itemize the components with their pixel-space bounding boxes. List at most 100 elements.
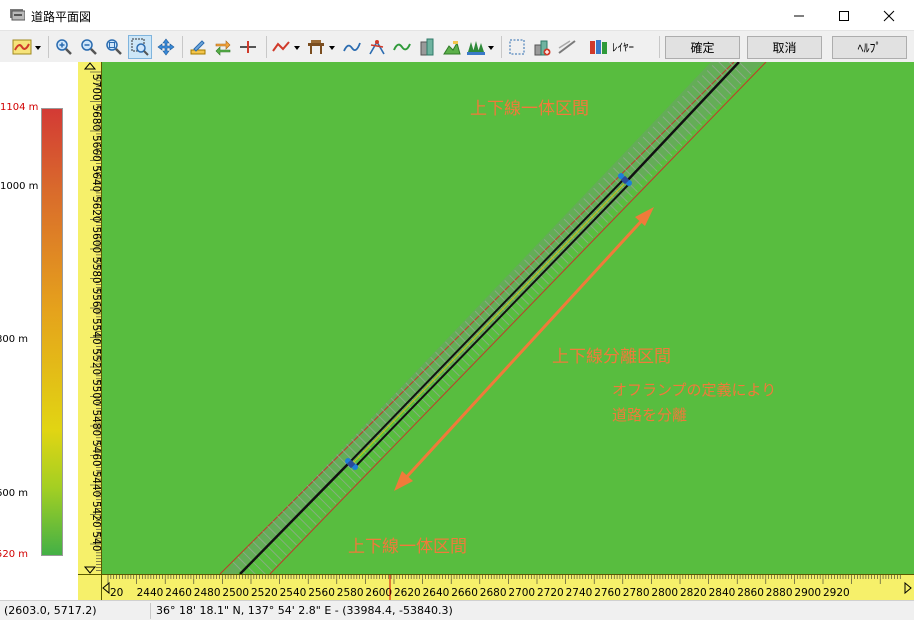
app-icon: [10, 9, 25, 21]
alignment-button[interactable]: [341, 35, 363, 59]
trees-dropdown-button[interactable]: [466, 35, 496, 59]
route-dropdown-button[interactable]: [10, 35, 44, 59]
horizontal-ruler-label: 2580: [337, 587, 364, 599]
building-button[interactable]: [416, 35, 438, 59]
elevation-label-max: 1104 m: [0, 102, 39, 113]
horizontal-ruler-label: 2440: [137, 587, 164, 599]
vertical-ruler-label: 5500: [90, 379, 102, 406]
horizontal-ruler-label: 2640: [423, 587, 450, 599]
horizontal-ruler-label: 2820: [680, 587, 707, 599]
horizontal-ruler-label: 2760: [594, 587, 621, 599]
elevation-scale: 1104 m 1000 m 800 m 600 m 520 m: [0, 62, 78, 602]
label-note-line1: オフランプの定義により: [612, 381, 777, 399]
minimize-icon: [794, 15, 804, 16]
status-local-coords: (2603.0, 5717.2): [4, 604, 97, 617]
select-rect-icon: [509, 39, 525, 55]
vertical-ruler-label: 5620: [90, 196, 102, 223]
ruler-scroll-left-icon[interactable]: [102, 581, 110, 595]
horizontal-ruler-label: 2680: [480, 587, 507, 599]
horizontal-ruler-label: 2700: [508, 587, 535, 599]
layer-button[interactable]: ﾚｲﾔｰ: [589, 35, 657, 59]
horizontal-ruler-label: 2480: [194, 587, 221, 599]
pan-icon: [157, 38, 175, 56]
minimize-button[interactable]: [776, 0, 822, 31]
maximize-icon: [839, 10, 849, 21]
road-plan-map[interactable]: 上下線一体区間 上下線分離区間 オフランプの定義により 道路を分離 上下線一体区…: [102, 62, 914, 574]
curve-icon: [393, 43, 411, 51]
horizontal-ruler-label: 2460: [165, 587, 192, 599]
label-separated-section: 上下線分離区間: [552, 347, 671, 367]
layer-button-label: ﾚｲﾔｰ: [612, 41, 634, 54]
status-bar: (2603.0, 5717.2) 36° 18' 18.1" N, 137° 5…: [0, 600, 914, 620]
vertical-ruler-label: 5420: [90, 501, 102, 528]
ruler-scroll-up-icon[interactable]: [83, 62, 97, 70]
structure-icon: [308, 40, 335, 54]
vertical-ruler-label: 5560: [90, 288, 102, 315]
horizontal-ruler-label: 2740: [566, 587, 593, 599]
horizontal-ruler[interactable]: 20 2440 2460 2480 2500 2520 2540 2560 2580 2600 26…: [102, 574, 914, 600]
title-bar: 道路平面図: [0, 0, 914, 31]
vertical-ruler-label: 5680: [90, 105, 102, 132]
split-button[interactable]: [237, 35, 259, 59]
zoom-out-button[interactable]: [78, 35, 100, 59]
maximize-button[interactable]: [821, 0, 867, 31]
vertical-ruler-label: 5540: [90, 318, 102, 345]
zoom-window-icon: [131, 38, 149, 56]
horizontal-ruler-label: 2840: [709, 587, 736, 599]
vertical-ruler[interactable]: 5700 5680 5660 5640 5620 5600 5580 5560 5540 5520…: [78, 62, 102, 574]
confirm-button[interactable]: 確定: [665, 36, 740, 59]
line-tool-button[interactable]: [556, 35, 578, 59]
toolbar: ﾚｲﾔｰ 確定 取消 ﾍﾙﾌﾟ: [0, 32, 914, 62]
elevation-label-800: 800 m: [0, 334, 29, 345]
vertical-ruler-label: 5480: [90, 410, 102, 437]
profile-icon: [272, 41, 300, 52]
elevation-label-1000: 1000 m: [0, 181, 39, 192]
road-corridor: [219, 62, 767, 574]
horizontal-ruler-label: 2560: [308, 587, 335, 599]
add-point-button[interactable]: [531, 35, 553, 59]
horizontal-ruler-label: 2500: [222, 587, 249, 599]
zoom-out-icon: [81, 39, 97, 55]
elevation-label-600: 600 m: [0, 488, 29, 499]
close-button[interactable]: [866, 0, 912, 31]
convert-button[interactable]: [212, 35, 234, 59]
horizontal-ruler-label: 2720: [537, 587, 564, 599]
vertical-ruler-label: 5440: [90, 471, 102, 498]
zoom-window-button[interactable]: [128, 35, 152, 59]
edit-button[interactable]: [187, 35, 209, 59]
help-button[interactable]: ﾍﾙﾌﾟ: [832, 36, 907, 59]
map-canvas: [219, 62, 767, 574]
elevation-label-min: 520 m: [0, 549, 29, 560]
curve-button[interactable]: [391, 35, 413, 59]
pan-button[interactable]: [155, 35, 177, 59]
horizontal-ruler-label: 2860: [737, 587, 764, 599]
select-rect-button[interactable]: [506, 35, 528, 59]
zoom-fit-icon: [106, 39, 122, 55]
label-combined-section-bottom: 上下線一体区間: [348, 537, 467, 557]
building-icon: [420, 38, 434, 56]
terrain-button[interactable]: [441, 35, 463, 59]
route-icon: [12, 39, 41, 55]
elevation-gradient-bar: [41, 108, 63, 556]
horizontal-ruler-label: 2880: [766, 587, 793, 599]
vertical-ruler-label: 540: [90, 532, 102, 552]
profile-dropdown-button[interactable]: [271, 35, 303, 59]
horizontal-ruler-label: 2620: [394, 587, 421, 599]
horizontal-ruler-label: 2660: [451, 587, 478, 599]
structure-dropdown-button[interactable]: [306, 35, 338, 59]
status-geo-coords: 36° 18' 18.1" N, 137° 54' 2.8" E - (3398…: [156, 604, 453, 617]
horizontal-ruler-label: 2800: [651, 587, 678, 599]
vertical-ruler-label: 5520: [90, 349, 102, 376]
horizontal-ruler-label: 2780: [623, 587, 650, 599]
intersection-button[interactable]: [366, 35, 388, 59]
zoom-fit-button[interactable]: [103, 35, 125, 59]
vertical-ruler-label: 5700: [90, 74, 102, 101]
zoom-in-icon: [56, 39, 72, 55]
zoom-in-button[interactable]: [53, 35, 75, 59]
split-icon: [240, 41, 256, 53]
vertical-ruler-label: 5460: [90, 440, 102, 467]
ruler-scroll-right-icon[interactable]: [904, 581, 912, 595]
cancel-button[interactable]: 取消: [747, 36, 822, 59]
ruler-scroll-down-icon[interactable]: [83, 566, 97, 574]
vertical-ruler-label: 5660: [90, 135, 102, 162]
